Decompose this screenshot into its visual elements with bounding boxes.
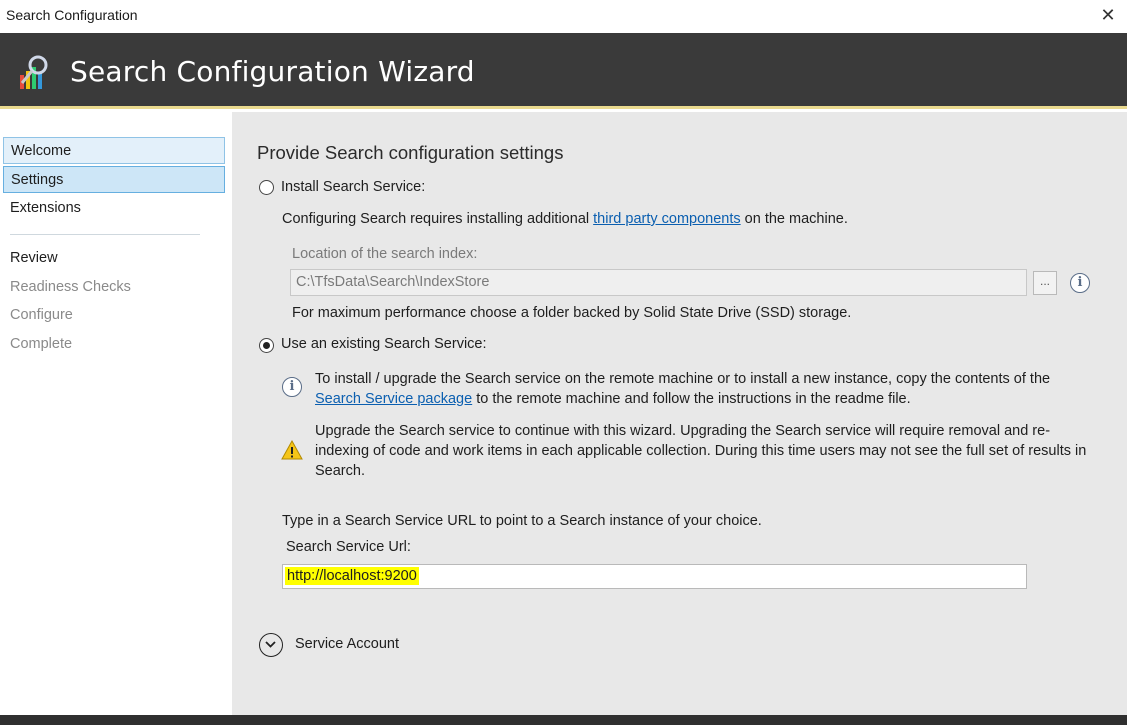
wizard-header: Search Configuration Wizard: [0, 33, 1127, 109]
ssd-performance-note: For maximum performance choose a folder …: [292, 305, 852, 321]
nav-item-welcome[interactable]: Welcome: [3, 137, 225, 164]
search-service-package-link[interactable]: Search Service package: [315, 391, 472, 407]
close-icon[interactable]: ✕: [1096, 3, 1120, 27]
third-party-components-link[interactable]: third party components: [593, 211, 741, 227]
browse-button: ...: [1033, 271, 1057, 295]
install-search-label: Install Search Service:: [281, 179, 426, 195]
nav-item-readiness-checks: Readiness Checks: [3, 274, 225, 301]
upgrade-warning-text: Upgrade the Search service to continue w…: [315, 423, 1087, 479]
nav-item-complete: Complete: [3, 331, 225, 358]
use-existing-search-label: Use an existing Search Service:: [281, 336, 487, 352]
search-service-url-value: http://localhost:9200: [285, 567, 419, 585]
index-location-label: Location of the search index:: [292, 246, 478, 262]
nav-item-label: Review: [10, 250, 58, 266]
nav-item-label: Welcome: [11, 143, 72, 159]
nav-item-configure: Configure: [3, 302, 225, 329]
search-wizard-icon: [16, 53, 56, 93]
install-search-radio[interactable]: [259, 180, 274, 195]
settings-panel: Provide Search configuration settings In…: [232, 112, 1127, 715]
install-desc-prefix: Configuring Search requires installing a…: [282, 211, 594, 227]
info-icon[interactable]: i: [1070, 273, 1090, 293]
remote-install-info: To install / upgrade the Search service …: [315, 369, 1090, 409]
window-title-bar: Search Configuration ✕: [0, 0, 1127, 33]
nav-divider: [10, 234, 200, 235]
install-description: Configuring Search requires installing a…: [282, 211, 848, 227]
service-account-label[interactable]: Service Account: [295, 636, 399, 652]
nav-item-extensions[interactable]: Extensions: [3, 195, 225, 222]
chevron-down-icon: [265, 641, 276, 648]
index-location-field: C:\TfsData\Search\IndexStore: [290, 269, 1027, 296]
remote-info-suffix: to the remote machine and follow the ins…: [472, 391, 911, 407]
remote-info-prefix: To install / upgrade the Search service …: [315, 371, 1051, 387]
info-icon: i: [282, 377, 302, 397]
nav-item-label: Readiness Checks: [10, 279, 131, 295]
nav-item-settings[interactable]: Settings: [3, 166, 225, 193]
nav-item-label: Configure: [10, 307, 73, 323]
wizard-title: Search Configuration Wizard: [70, 55, 475, 88]
use-existing-search-radio[interactable]: [259, 338, 274, 353]
nav-item-label: Extensions: [10, 200, 81, 216]
nav-item-label: Complete: [10, 336, 73, 352]
install-desc-suffix: on the machine.: [740, 211, 848, 227]
bottom-edge-bar: [0, 715, 1127, 725]
index-location-value: C:\TfsData\Search\IndexStore: [296, 274, 490, 290]
nav-item-review[interactable]: Review: [3, 245, 225, 272]
warning-icon: [281, 439, 303, 460]
wizard-steps-sidebar: Welcome Settings Extensions Review Readi…: [0, 112, 232, 715]
nav-item-label: Settings: [11, 172, 64, 188]
url-prompt-text: Type in a Search Service URL to point to…: [282, 513, 762, 529]
page-title: Provide Search configuration settings: [257, 142, 564, 163]
window-title: Search Configuration: [6, 7, 138, 23]
service-account-expander[interactable]: [259, 633, 283, 657]
search-service-url-label: Search Service Url:: [286, 539, 411, 555]
search-service-url-input[interactable]: http://localhost:9200: [282, 564, 1027, 589]
